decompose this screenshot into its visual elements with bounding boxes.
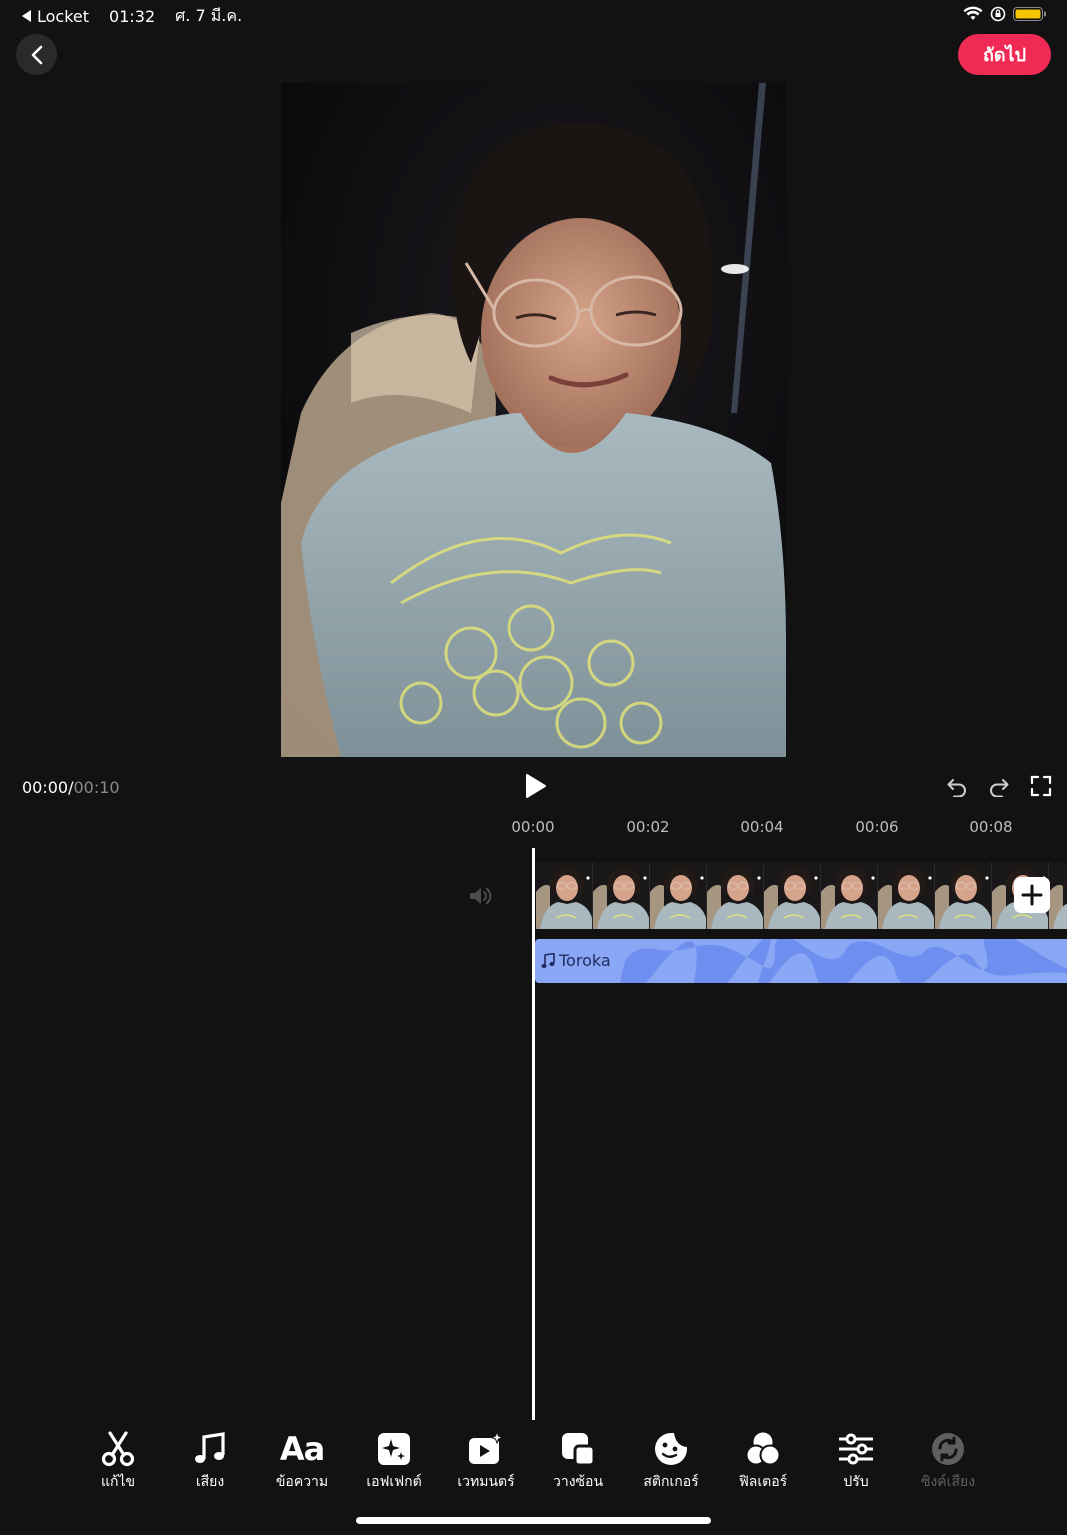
filter-icon (745, 1432, 781, 1466)
overlay-icon (562, 1433, 595, 1466)
clip-thumbnail (821, 862, 878, 929)
status-bar: Locket 01:32 ศ. 7 มี.ค. (22, 4, 242, 28)
clip-thumbnail (593, 862, 650, 929)
redo-icon[interactable] (988, 775, 1010, 797)
scissors-icon (101, 1431, 135, 1467)
toolbar-text[interactable]: Aa ข้อความ (256, 1430, 348, 1493)
ruler-tick: 00:00 (511, 818, 555, 836)
toolbar-label: เอฟเฟกต์ (366, 1474, 422, 1490)
wifi-icon (963, 6, 983, 20)
add-clip-button[interactable] (1014, 877, 1050, 913)
toolbar-sticker[interactable]: สติกเกอร์ (625, 1430, 717, 1493)
music-note-icon (541, 952, 555, 968)
status-time: 01:32 (109, 6, 156, 26)
music-note-icon (195, 1432, 225, 1463)
toolbar-audio[interactable]: เสียง (164, 1430, 256, 1493)
audio-track-name: Toroka (559, 951, 611, 970)
playhead[interactable] (532, 848, 535, 1420)
audio-track[interactable] (535, 939, 1067, 983)
clip-thumbnail (536, 862, 593, 929)
ruler-tick: 00:02 (626, 818, 670, 836)
total-time: 00:10 (73, 778, 120, 797)
volume-icon[interactable] (467, 884, 493, 908)
clip-thumbnail (764, 862, 821, 929)
back-to-app-icon[interactable] (22, 10, 31, 22)
video-preview[interactable] (281, 83, 786, 757)
ruler-tick: 00:06 (855, 818, 899, 836)
clip-thumbnail (1049, 862, 1067, 929)
toolbar-adjust[interactable]: ปรับ (810, 1430, 902, 1493)
toolbar-edit[interactable]: แก้ไข (72, 1430, 164, 1493)
toolbar-effects[interactable]: เอฟเฟกต์ (348, 1430, 440, 1493)
status-icons (963, 6, 1047, 22)
sync-audio-icon (932, 1433, 964, 1465)
undo-icon[interactable] (946, 775, 968, 797)
rotation-lock-icon (990, 6, 1006, 22)
adjust-icon (839, 1433, 873, 1465)
toolbar-magic[interactable]: เวทมนตร์ (440, 1430, 532, 1493)
chevron-left-icon (31, 45, 42, 64)
ruler-tick: 00:04 (740, 818, 784, 836)
clip-thumbnail (935, 862, 992, 929)
toolbar-label: ฟิลเตอร์ (738, 1474, 788, 1490)
clip-thumbnail (707, 862, 764, 929)
effects-icon (378, 1433, 410, 1465)
video-frame-image (281, 83, 786, 757)
sticker-icon (655, 1433, 687, 1465)
clip-thumbnail (650, 862, 707, 929)
toolbar-label: วางซ้อน (552, 1474, 604, 1490)
plus-icon (1021, 884, 1043, 906)
toolbar-label: ซิงค์เสียง (920, 1474, 976, 1490)
battery-icon (1013, 7, 1046, 21)
toolbar-label: เวทมนตร์ (457, 1474, 515, 1490)
video-clip-track[interactable] (536, 862, 1067, 929)
toolbar-filter[interactable]: ฟิลเตอร์ (717, 1430, 809, 1493)
time-display: 00:00/00:10 (22, 778, 120, 797)
toolbar-overlay[interactable]: วางซ้อน (532, 1430, 624, 1493)
audio-track-label: Toroka (541, 951, 611, 970)
toolbar-label: แก้ไข (100, 1474, 136, 1490)
ruler-tick: 00:08 (969, 818, 1013, 836)
magic-icon (469, 1432, 504, 1464)
clip-thumbnail (878, 862, 935, 929)
current-time: 00:00 (22, 778, 69, 797)
fullscreen-icon[interactable] (1030, 775, 1052, 797)
toolbar-label: ปรับ (843, 1474, 869, 1490)
toolbar-sync-audio[interactable]: ซิงค์เสียง (902, 1430, 994, 1493)
toolbar-label: ข้อความ (275, 1474, 329, 1490)
text-icon: Aa (279, 1430, 325, 1468)
toolbar-label: เสียง (195, 1474, 225, 1490)
toolbar-label: สติกเกอร์ (643, 1474, 699, 1490)
play-icon[interactable] (522, 773, 548, 799)
status-date: ศ. 7 มี.ค. (175, 5, 243, 25)
back-button[interactable] (16, 34, 57, 75)
audio-waveform (620, 939, 1067, 983)
home-indicator[interactable] (356, 1517, 711, 1524)
next-button[interactable]: ถัดไป (958, 34, 1051, 75)
back-app-label[interactable]: Locket (37, 7, 89, 26)
